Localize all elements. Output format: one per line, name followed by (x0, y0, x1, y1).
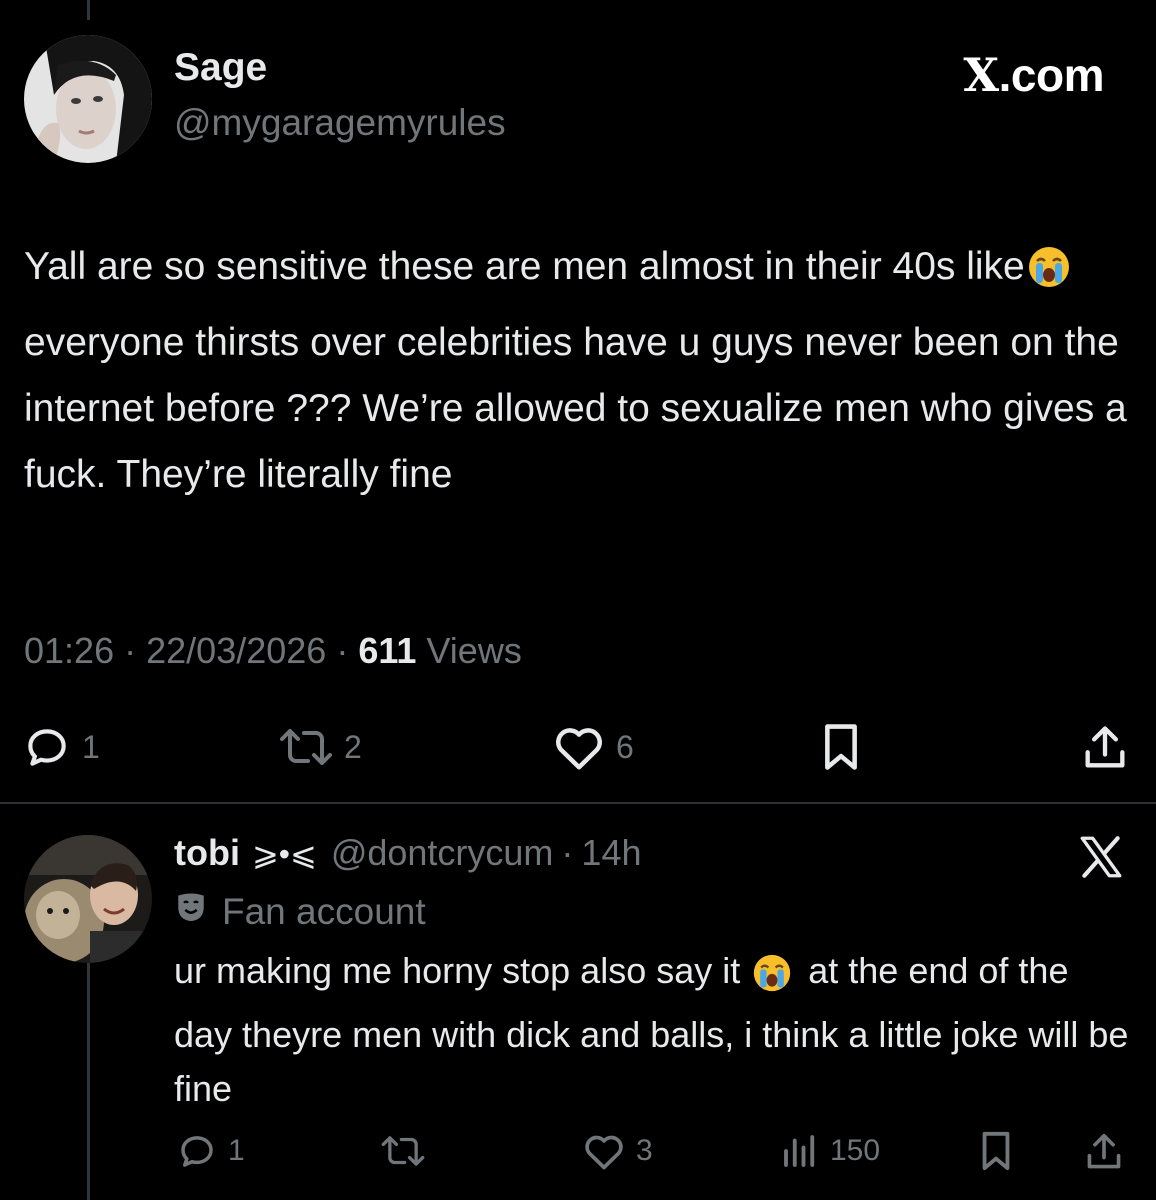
reply-author-handle[interactable]: @dontcrycum (331, 832, 554, 874)
reply-header: tobi ⩾•⩽ @dontcrycum · 14h (174, 832, 642, 874)
like-button[interactable]: 6 (552, 722, 634, 772)
affiliation-text: Fan account (222, 890, 426, 932)
author-handle[interactable]: @mygaragemyrules (174, 102, 506, 144)
share-upload-icon (1080, 722, 1130, 774)
loudly-crying-face-icon (752, 953, 792, 1008)
reply-like-button[interactable]: 3 (582, 1130, 653, 1172)
speech-bubble-icon (176, 1130, 218, 1172)
post-time[interactable]: 01:26 (24, 630, 114, 671)
x-brand-logo: X.com (963, 48, 1104, 102)
author-name[interactable]: Sage (174, 46, 267, 90)
reply-text: ur making me horny stop also say it at t… (174, 944, 1134, 1116)
repost-button[interactable]: 2 (278, 722, 362, 772)
reply-button[interactable]: 1 (22, 722, 100, 772)
reply-author-name[interactable]: tobi (174, 832, 240, 874)
heart-icon (582, 1130, 626, 1172)
thread-line-top (87, 0, 90, 20)
reply-separator: · (561, 832, 574, 873)
reply-views-button[interactable]: 150 (780, 1130, 880, 1172)
post-text-part-2: everyone thirsts over celebrities have u… (24, 321, 1127, 496)
reply-reply-button[interactable]: 1 (176, 1130, 245, 1172)
reply-text-part-1: ur making me horny stop also say it (174, 950, 751, 991)
post-text-part-1: Yall are so sensitive these are men almo… (24, 245, 1025, 288)
theater-mask-icon (174, 890, 208, 933)
bookmark-icon (818, 722, 864, 772)
thread-line-bottom (87, 962, 90, 1200)
repost-count: 2 (344, 728, 362, 765)
reply-repost-button[interactable] (380, 1130, 426, 1172)
heart-icon (552, 722, 606, 772)
reply-views-count: 150 (830, 1134, 881, 1167)
meta-separator: · (336, 630, 349, 671)
bar-chart-icon (780, 1130, 820, 1172)
share-button[interactable] (1080, 722, 1130, 774)
post-text: Yall are so sensitive these are men almo… (24, 234, 1134, 508)
x-logo-icon: X (963, 48, 999, 102)
loudly-crying-face-icon (1027, 244, 1071, 310)
main-avatar[interactable] (24, 35, 152, 163)
post-divider (0, 802, 1156, 804)
views-count: 611 (358, 630, 417, 671)
bookmark-icon (976, 1130, 1016, 1172)
x-logo-icon (1076, 832, 1126, 882)
repost-arrows-icon (278, 722, 334, 772)
bookmark-button[interactable] (818, 722, 864, 772)
like-count: 6 (616, 728, 634, 765)
reply-count: 1 (82, 728, 100, 765)
brand-domain: .com (998, 49, 1105, 101)
reply-bookmark-button[interactable] (976, 1130, 1016, 1172)
speech-bubble-icon (22, 722, 72, 772)
meta-separator: · (124, 630, 137, 671)
reply-like-count: 3 (636, 1134, 653, 1167)
post-date[interactable]: 22/03/2026 (146, 630, 326, 671)
reply-share-button[interactable] (1084, 1130, 1124, 1174)
post-meta: 01:26 · 22/03/2026 · 611 Views (24, 630, 522, 672)
reply-avatar[interactable] (24, 835, 152, 963)
reply-name-symbol: ⩾•⩽ (251, 836, 317, 872)
reply-time[interactable]: 14h (581, 832, 641, 874)
reply-reply-count: 1 (228, 1134, 245, 1167)
repost-arrows-icon (380, 1130, 426, 1172)
share-upload-icon (1084, 1130, 1124, 1174)
views-label: Views (426, 630, 522, 671)
affiliation-label: Fan account (174, 890, 426, 933)
